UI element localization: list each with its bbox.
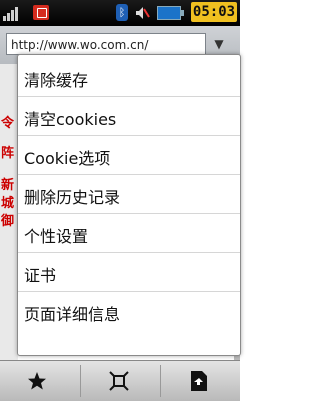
menu-item-personalize[interactable]: 个性设置 bbox=[18, 214, 240, 253]
menu-item-label: 删除历史记录 bbox=[24, 188, 121, 207]
url-input[interactable]: http://www.wo.com.cn/ bbox=[6, 33, 206, 55]
page-menu-button[interactable] bbox=[164, 361, 236, 401]
menu-item-clear-cookies[interactable]: 清空cookies bbox=[18, 97, 240, 136]
mute-icon bbox=[136, 7, 150, 19]
message-icon bbox=[33, 5, 49, 20]
menu-item-label: 个性设置 bbox=[24, 227, 89, 246]
signal-icon bbox=[3, 5, 23, 21]
battery-icon bbox=[157, 6, 184, 20]
fullscreen-button[interactable] bbox=[84, 361, 156, 401]
menu-item-certificates[interactable]: 证书 bbox=[18, 253, 240, 292]
toolbar-divider bbox=[160, 365, 161, 397]
page-text: 阵 bbox=[1, 146, 15, 161]
menu-item-clear-cache[interactable]: 清除缓存 bbox=[18, 58, 240, 97]
toolbar-divider bbox=[80, 365, 81, 397]
bluetooth-icon: ᛒ bbox=[116, 4, 128, 21]
menu-item-label: 清空cookies bbox=[24, 110, 117, 129]
menu-item-label: 页面详细信息 bbox=[24, 305, 121, 324]
menu-item-label: Cookie选项 bbox=[24, 149, 111, 168]
bottom-toolbar bbox=[0, 360, 240, 401]
page-sidebar: 令 阵 新 城 御 bbox=[0, 64, 18, 360]
options-menu: 清除缓存 清空cookies Cookie选项 删除历史记录 个性设置 证书 页… bbox=[17, 54, 241, 356]
menu-item-delete-history[interactable]: 删除历史记录 bbox=[18, 175, 240, 214]
page-text: 新 bbox=[1, 178, 15, 193]
star-icon bbox=[28, 372, 46, 390]
chevron-down-icon[interactable]: ▼ bbox=[208, 34, 230, 54]
bookmarks-button[interactable] bbox=[0, 361, 72, 401]
menu-item-page-details[interactable]: 页面详细信息 bbox=[18, 292, 240, 331]
menu-item-label: 证书 bbox=[24, 266, 57, 285]
menu-item-cookie-options[interactable]: Cookie选项 bbox=[18, 136, 240, 175]
status-bar: ᛒ 05:03 bbox=[0, 0, 240, 26]
page-text: 御 bbox=[1, 214, 15, 229]
clock: 05:03 bbox=[191, 2, 237, 22]
page-text: 城 bbox=[1, 196, 15, 211]
fullscreen-icon bbox=[109, 371, 129, 391]
page-text: 令 bbox=[1, 116, 15, 131]
menu-item-label: 清除缓存 bbox=[24, 71, 89, 90]
page-icon bbox=[191, 371, 207, 391]
